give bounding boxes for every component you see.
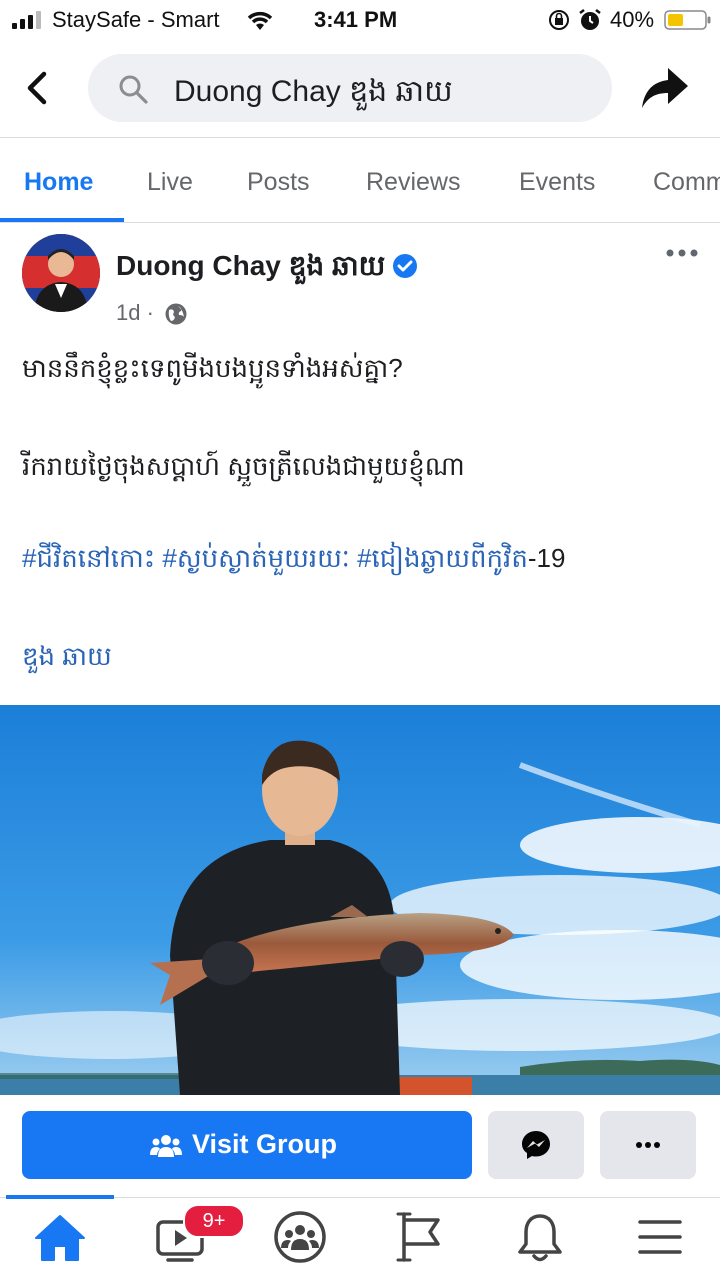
tab-community[interactable]: Comm — [653, 168, 720, 197]
avatar-picture — [22, 234, 100, 312]
more-actions-button[interactable] — [600, 1111, 696, 1179]
watch-notification-badge: 9+ — [183, 1204, 245, 1238]
post-text-line: មាននឹកខ្ញុំខ្លះទេពូមីងបងប្អូនទាំងអស់គ្នា… — [22, 353, 403, 383]
groups-icon[interactable] — [272, 1210, 328, 1264]
home-icon[interactable] — [32, 1210, 88, 1264]
battery-icon — [664, 10, 711, 30]
tab-reviews[interactable]: Reviews — [366, 168, 460, 197]
fishing-photo — [0, 705, 720, 1095]
signal-icon — [12, 11, 41, 29]
alarm-icon — [579, 9, 601, 30]
active-nav-indicator — [6, 1195, 114, 1199]
search-query: Duong Chay ឌួង ឆាយ — [174, 75, 453, 108]
post-timestamp[interactable]: 1d · — [116, 300, 154, 326]
more-options-icon[interactable] — [664, 244, 700, 262]
battery-percent: 40% — [610, 7, 655, 32]
page-tabs: Home Live Posts Reviews Events Comm — [0, 138, 720, 222]
tab-posts[interactable]: Posts — [247, 168, 310, 197]
chevron-left-icon[interactable] — [18, 68, 58, 108]
post-text-line: រីករាយថ្ងៃចុងសប្តាហ៍ ស្អួចត្រីលេងជាមួយខ្… — [22, 451, 465, 481]
hashtag-link[interactable]: #ជីវិតនៅកោះ — [22, 543, 155, 573]
messenger-button[interactable] — [488, 1111, 584, 1179]
tab-live[interactable]: Live — [147, 168, 193, 197]
wifi-icon — [247, 11, 273, 30]
visit-group-button[interactable]: Visit Group — [22, 1111, 472, 1179]
notifications-bell-icon[interactable] — [512, 1210, 568, 1264]
hashtag-link[interactable]: #ជៀងឆ្ងាយពីកូវិត — [357, 543, 528, 573]
tabs-divider — [0, 222, 720, 223]
carrier-name: StaySafe - Smart — [52, 7, 220, 32]
messenger-icon — [522, 1131, 550, 1159]
group-people-icon — [150, 1135, 182, 1157]
more-icon — [636, 1142, 660, 1148]
rotation-lock-icon — [549, 10, 569, 30]
tab-events[interactable]: Events — [519, 168, 595, 197]
menu-icon[interactable] — [632, 1210, 688, 1264]
post-author-name[interactable]: Duong Chay ឌួង ឆាយ — [116, 248, 385, 289]
tab-home[interactable]: Home — [24, 168, 93, 197]
search-icon — [119, 75, 148, 104]
mention-link[interactable]: ឌួង ឆាយ — [22, 640, 112, 678]
pages-flag-icon[interactable] — [392, 1210, 448, 1264]
status-bar: StaySafe - Smart 3:41 PM 40% — [0, 0, 720, 40]
avatar[interactable] — [22, 234, 100, 312]
share-arrow-icon[interactable] — [640, 66, 690, 112]
hashtag-line: #ជីវិតនៅកោះ #ស្ងប់ស្ងាត់មួយរយៈ #ជៀងឆ្ងាយ… — [22, 542, 565, 580]
visit-group-label: Visit Group — [192, 1129, 338, 1159]
clock-time: 3:41 PM — [314, 7, 398, 32]
search-field[interactable]: Duong Chay ឌួង ឆាយ — [88, 54, 612, 122]
verified-badge-icon — [393, 254, 417, 278]
hashtag-link[interactable]: #ស្ងប់ស្ងាត់មួយរយៈ — [162, 543, 349, 573]
globe-icon — [165, 303, 187, 325]
hashtag-suffix: -19 — [527, 543, 566, 573]
post-photo[interactable] — [0, 705, 720, 1095]
